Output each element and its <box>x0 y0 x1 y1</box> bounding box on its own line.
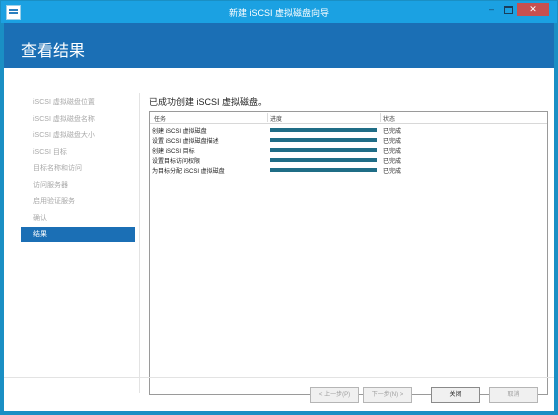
wizard-client-area: 查看结果 iSCSI 虚拟磁盘位置 iSCSI 虚拟磁盘名称 iSCSI 虚拟磁盘大… <box>4 23 554 411</box>
maximize-icon <box>504 5 513 14</box>
progress-bar <box>270 158 377 162</box>
close-window-button[interactable]: ✕ <box>517 3 549 16</box>
page-title: 查看结果 <box>21 43 86 60</box>
minimize-button[interactable]: – <box>484 3 499 16</box>
task-status: 已完成 <box>383 129 402 135</box>
next-button[interactable]: 下一步(N) > <box>363 387 412 403</box>
nav-item: 访问服务器 <box>33 181 68 189</box>
column-header-status[interactable]: 状态 <box>383 114 395 123</box>
table-header: 任务 进度 状态 <box>150 112 547 124</box>
task-status: 已完成 <box>383 149 402 155</box>
table-row[interactable]: 设置 iSCSI 虚拟磁盘描述 已完成 <box>150 135 547 145</box>
nav-item: 启用验证服务 <box>33 198 75 205</box>
maximize-button[interactable] <box>501 3 516 16</box>
progress-fill <box>270 128 377 132</box>
task-name: 设置目标访问权限 <box>152 159 201 165</box>
task-status: 已完成 <box>383 169 402 175</box>
table-row[interactable]: 设置目标访问权限 已完成 <box>150 155 547 165</box>
task-name: 创建 iSCSI 目标 <box>152 149 195 155</box>
task-status: 已完成 <box>383 159 402 165</box>
progress-fill <box>270 148 377 152</box>
nav-item: iSCSI 虚拟磁盘名称 <box>33 115 95 123</box>
title-bar[interactable]: 新建 iSCSI 虚拟磁盘向导 – ✕ <box>1 1 557 23</box>
page-header: 查看结果 <box>4 23 554 68</box>
wizard-nav: iSCSI 虚拟磁盘位置 iSCSI 虚拟磁盘名称 iSCSI 虚拟磁盘大小 iSCS… <box>21 95 135 244</box>
task-status: 已完成 <box>383 139 402 145</box>
wizard-window: 新建 iSCSI 虚拟磁盘向导 – ✕ 查看结果 iSCSI 虚拟磁盘位置 iSC… <box>0 0 558 415</box>
progress-bar <box>270 128 377 132</box>
progress-fill <box>270 138 377 142</box>
column-header-task[interactable]: 任务 <box>154 114 166 123</box>
nav-item: 确认 <box>33 214 47 222</box>
nav-item: iSCSI 虚拟磁盘大小 <box>33 132 95 139</box>
progress-fill <box>270 168 377 172</box>
table-row[interactable]: 创建 iSCSI 目标 已完成 <box>150 145 547 155</box>
column-divider[interactable] <box>267 113 268 122</box>
results-table: 任务 进度 状态 创建 iSCSI 虚拟磁盘 已完成 设置 iSCSI 虚拟磁盘描述… <box>149 111 548 395</box>
progress-bar <box>270 138 377 142</box>
task-name: 为目标分配 iSCSI 虚拟磁盘 <box>152 169 225 175</box>
previous-button[interactable]: < 上一步(P) <box>310 387 359 403</box>
nav-item: iSCSI 虚拟磁盘位置 <box>33 99 95 106</box>
progress-fill <box>270 158 377 162</box>
cancel-button[interactable]: 取消 <box>489 387 538 403</box>
table-row[interactable]: 创建 iSCSI 虚拟磁盘 已完成 <box>150 125 547 135</box>
nav-divider <box>139 93 140 393</box>
window-border <box>554 23 557 414</box>
task-name: 设置 iSCSI 虚拟磁盘描述 <box>152 139 219 145</box>
column-divider[interactable] <box>380 113 381 122</box>
nav-item: 目标名称和访问 <box>33 165 82 172</box>
footer-divider <box>4 377 554 378</box>
column-header-progress[interactable]: 进度 <box>270 114 282 123</box>
task-name: 创建 iSCSI 虚拟磁盘 <box>152 129 207 135</box>
table-row[interactable]: 为目标分配 iSCSI 虚拟磁盘 已完成 <box>150 165 547 175</box>
window-title: 新建 iSCSI 虚拟磁盘向导 <box>228 8 329 18</box>
status-heading: 已成功创建 iSCSI 虚拟磁盘。 <box>149 97 268 107</box>
progress-bar <box>270 148 377 152</box>
nav-item: iSCSI 目标 <box>33 148 67 156</box>
close-button[interactable]: 关闭 <box>431 387 480 403</box>
progress-bar <box>270 168 377 172</box>
nav-item: 结果 <box>21 227 135 242</box>
